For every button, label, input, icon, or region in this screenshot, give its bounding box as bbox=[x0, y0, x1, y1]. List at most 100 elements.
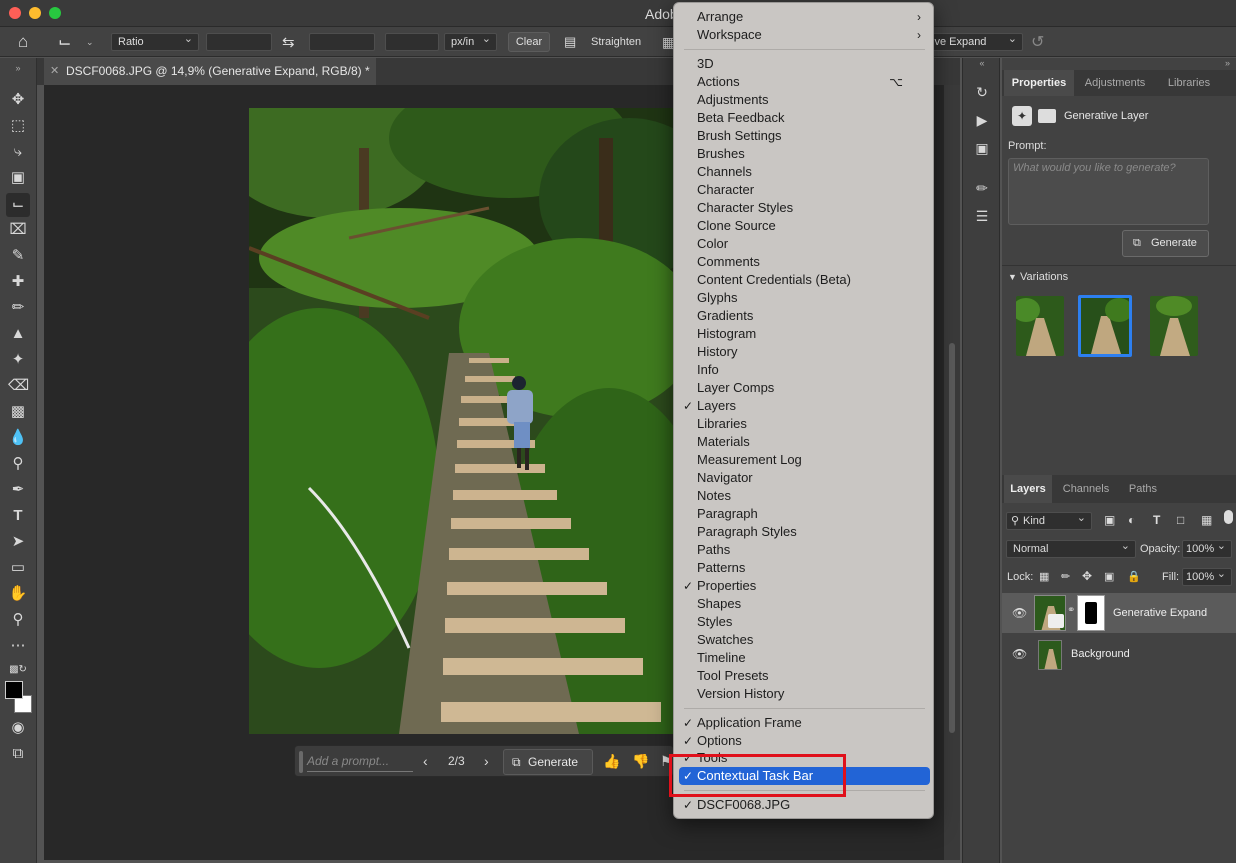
blend-mode-select[interactable]: Normal bbox=[1006, 538, 1136, 558]
menu-item[interactable]: ✓ Layers bbox=[674, 397, 935, 415]
foreground-color-swatch[interactable] bbox=[5, 681, 23, 699]
menu-item-application-frame[interactable]: ✓ Application Frame bbox=[674, 714, 935, 732]
chevron-down-icon[interactable]: ⌄ bbox=[86, 32, 94, 52]
menu-item[interactable]: Navigator bbox=[674, 469, 935, 487]
previous-variation-icon[interactable]: ‹ bbox=[423, 753, 428, 769]
layer-row-generative-expand[interactable]: 👁 ⚭ Generative Expand bbox=[1002, 593, 1236, 633]
menu-item[interactable]: Beta Feedback bbox=[674, 109, 935, 127]
variation-thumbnail-selected[interactable] bbox=[1078, 295, 1132, 357]
brush-tool-icon[interactable]: ✏ bbox=[8, 298, 28, 318]
resolution-field[interactable] bbox=[385, 33, 439, 51]
history-brush-tool-icon[interactable]: ✦ bbox=[8, 350, 28, 370]
quick-mask-icon[interactable]: ◉ bbox=[8, 718, 28, 738]
vertical-scrollbar[interactable] bbox=[944, 85, 960, 860]
menu-item[interactable]: Brush Settings bbox=[674, 127, 935, 145]
units-select[interactable]: px/in bbox=[444, 31, 497, 51]
menu-item[interactable]: Styles bbox=[674, 613, 935, 631]
zoom-tool-icon[interactable]: ⚲ bbox=[8, 610, 28, 630]
gradient-tool-icon[interactable]: ▩ bbox=[8, 402, 28, 422]
menu-item[interactable]: Glyphs bbox=[674, 289, 935, 307]
menu-item[interactable]: Color bbox=[674, 235, 935, 253]
more-tools-icon[interactable]: ⋯ bbox=[8, 636, 28, 656]
pen-tool-icon[interactable]: ✒ bbox=[8, 480, 28, 500]
clear-button[interactable]: Clear bbox=[508, 32, 550, 52]
document-tab[interactable]: ✕ DSCF0068.JPG @ 14,9% (Generative Expan… bbox=[44, 58, 376, 85]
type-tool-icon[interactable]: T bbox=[8, 506, 28, 526]
menu-item[interactable]: Histogram bbox=[674, 325, 935, 343]
menu-item[interactable]: Info bbox=[674, 361, 935, 379]
straighten-icon[interactable]: ▤ bbox=[564, 32, 576, 52]
stamp-tool-icon[interactable]: ▲ bbox=[8, 324, 28, 344]
path-select-tool-icon[interactable]: ➤ bbox=[8, 532, 28, 552]
menu-item[interactable]: Timeline bbox=[674, 649, 935, 667]
screen-mode-icon[interactable]: ⧉ bbox=[8, 744, 28, 764]
tab-paths[interactable]: Paths bbox=[1120, 475, 1166, 503]
history-panel-icon[interactable]: ↻ bbox=[973, 84, 991, 102]
menu-item[interactable]: Notes bbox=[674, 487, 935, 505]
visibility-eye-icon[interactable]: 👁 bbox=[1012, 647, 1027, 661]
properties-generate-button[interactable]: ⧉ Generate bbox=[1122, 230, 1209, 257]
dodge-tool-icon[interactable]: ⚲ bbox=[8, 454, 28, 474]
height-field[interactable] bbox=[309, 33, 375, 51]
visibility-eye-icon[interactable]: 👁 bbox=[1012, 606, 1027, 620]
thumbs-down-icon[interactable]: 👎 bbox=[632, 753, 649, 770]
lock-artboard-icon[interactable]: ▣ bbox=[1104, 570, 1114, 583]
eraser-tool-icon[interactable]: ⌫ bbox=[8, 376, 29, 396]
variation-thumbnail[interactable] bbox=[1016, 296, 1064, 356]
zoom-window-icon[interactable] bbox=[49, 7, 61, 19]
lasso-tool-icon[interactable]: ⤷ bbox=[8, 142, 28, 162]
lock-pixels-icon[interactable]: ✏ bbox=[1061, 570, 1070, 583]
frame-tool-icon[interactable]: ⌧ bbox=[8, 220, 28, 240]
rectangle-tool-icon[interactable]: ▭ bbox=[8, 558, 28, 578]
crop-tool-icon[interactable]: ⌙ bbox=[58, 32, 71, 52]
default-colors-icon[interactable]: ▩↻ bbox=[8, 660, 28, 680]
type-filter-icon[interactable]: T bbox=[1153, 513, 1160, 527]
menu-item[interactable]: Patterns bbox=[674, 559, 935, 577]
menu-item[interactable]: Character bbox=[674, 181, 935, 199]
home-icon[interactable]: ⌂ bbox=[18, 32, 28, 52]
blur-tool-icon[interactable]: 💧 bbox=[8, 428, 28, 448]
menu-item[interactable]: Clone Source bbox=[674, 217, 935, 235]
menu-item[interactable]: Version History bbox=[674, 685, 935, 703]
lock-all-icon[interactable]: 🔒 bbox=[1127, 570, 1141, 583]
comments-panel-icon[interactable]: ▣ bbox=[973, 140, 991, 158]
menu-item[interactable]: Tool Presets bbox=[674, 667, 935, 685]
opacity-field[interactable]: 100% bbox=[1182, 538, 1232, 558]
menu-item[interactable]: Brushes bbox=[674, 145, 935, 163]
layer-mask-thumbnail[interactable] bbox=[1077, 595, 1105, 631]
menu-item[interactable]: Comments bbox=[674, 253, 935, 271]
menu-item-document[interactable]: ✓ DSCF0068.JPG bbox=[674, 796, 935, 814]
menu-item[interactable]: Content Credentials (Beta) bbox=[674, 271, 935, 289]
lock-position-icon[interactable]: ✥ bbox=[1082, 569, 1092, 583]
hand-tool-icon[interactable]: ✋ bbox=[8, 584, 28, 604]
thumbs-up-icon[interactable]: 👍 bbox=[603, 753, 620, 770]
fill-select[interactable]: ive Expand bbox=[925, 31, 1023, 51]
pixel-filter-icon[interactable]: ▣ bbox=[1104, 513, 1115, 527]
task-bar-generate-button[interactable]: ⧉ Generate bbox=[503, 749, 593, 775]
straighten-label[interactable]: Straighten bbox=[591, 32, 641, 52]
swap-icon[interactable]: ⇆ bbox=[282, 32, 295, 52]
menu-item[interactable]: Measurement Log bbox=[674, 451, 935, 469]
menu-item[interactable]: Libraries bbox=[674, 415, 935, 433]
reset-icon[interactable]: ↺ bbox=[1031, 32, 1044, 52]
menu-item-options[interactable]: ✓ Options bbox=[674, 732, 935, 750]
object-select-tool-icon[interactable]: ▣ bbox=[8, 168, 28, 188]
menu-item[interactable]: Paths bbox=[674, 541, 935, 559]
menu-item-workspace[interactable]: Workspace › bbox=[674, 26, 935, 44]
minimize-window-icon[interactable] bbox=[29, 7, 41, 19]
adjust-panel-icon[interactable]: ☰ bbox=[973, 208, 991, 226]
layer-row-background[interactable]: 👁 Background bbox=[1002, 634, 1236, 674]
drag-handle[interactable] bbox=[299, 751, 303, 773]
menu-item[interactable]: Shapes bbox=[674, 595, 935, 613]
properties-prompt-input[interactable]: What would you like to generate? bbox=[1008, 158, 1209, 225]
collapse-icon[interactable]: » bbox=[8, 58, 28, 78]
menu-item-arrange[interactable]: Arrange › bbox=[674, 8, 935, 26]
eyedropper-tool-icon[interactable]: ✎ bbox=[8, 246, 28, 266]
document-image[interactable] bbox=[249, 108, 679, 734]
fill-field[interactable]: 100% bbox=[1182, 566, 1232, 586]
menu-item[interactable]: Paragraph Styles bbox=[674, 523, 935, 541]
link-icon[interactable]: ⚭ bbox=[1067, 605, 1075, 616]
width-field[interactable] bbox=[206, 33, 272, 51]
smart-object-filter-icon[interactable]: ▦ bbox=[1201, 513, 1212, 527]
tab-adjustments[interactable]: Adjustments bbox=[1076, 70, 1154, 96]
